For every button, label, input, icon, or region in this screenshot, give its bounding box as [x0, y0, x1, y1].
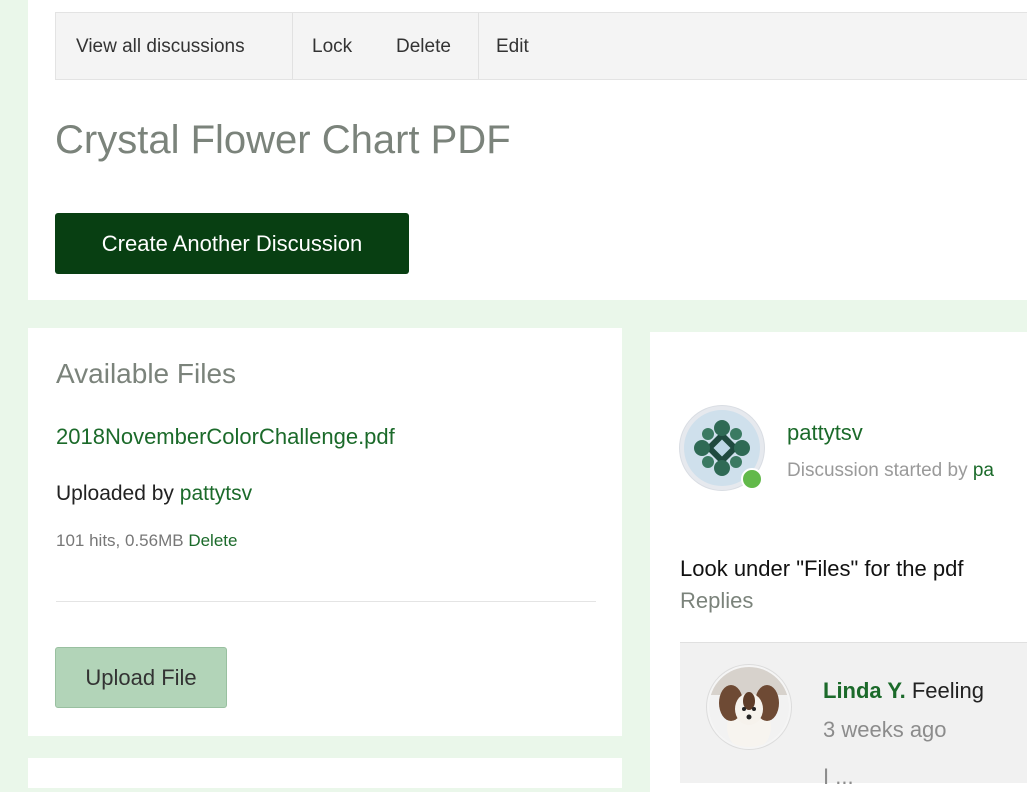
reply-text: Feeling [911, 678, 985, 703]
view-all-discussions-link[interactable]: View all discussions [76, 13, 245, 79]
reply-header: Linda Y. Feeling [823, 678, 984, 704]
next-card [28, 758, 622, 788]
file-stats: 101 hits, 0.56MB [56, 531, 184, 550]
discussion-toolbar: View all discussions Lock Delete Edit [55, 12, 1027, 80]
reply-author-link[interactable]: Linda Y. [823, 678, 906, 703]
lock-link[interactable]: Lock [312, 13, 352, 79]
post-body: Look under "Files" for the pdf [680, 556, 964, 581]
reply-more-text: I ... [823, 764, 854, 789]
edit-link[interactable]: Edit [496, 13, 529, 79]
avatar[interactable] [707, 665, 791, 749]
create-discussion-button[interactable]: Create Another Discussion [55, 213, 409, 274]
upload-file-button[interactable]: Upload File [55, 647, 227, 708]
discussion-started-by: Discussion started by pa [787, 460, 994, 482]
uploaded-by-label: Uploaded by [56, 482, 174, 505]
file-link[interactable]: 2018NovemberColorChallenge.pdf [56, 424, 395, 450]
delete-file-link[interactable]: Delete [188, 531, 237, 550]
started-by-label: Discussion started by [787, 460, 968, 481]
toolbar-divider [292, 13, 293, 79]
uploader-link[interactable]: pattytsv [180, 482, 252, 505]
online-status-icon [741, 468, 763, 490]
replies-heading: Replies [680, 588, 754, 613]
file-meta: 101 hits, 0.56MB Delete [56, 531, 237, 551]
uploaded-by: Uploaded by pattytsv [56, 482, 252, 506]
started-by-user[interactable]: pa [973, 460, 994, 481]
dog-avatar-icon [709, 667, 789, 747]
delete-discussion-link[interactable]: Delete [396, 13, 451, 79]
divider [56, 601, 596, 602]
page-title: Crystal Flower Chart PDF [55, 118, 511, 162]
reply-timestamp: 3 weeks ago [823, 717, 947, 742]
available-files-heading: Available Files [56, 358, 237, 389]
toolbar-divider [478, 13, 479, 79]
post-author-link[interactable]: pattytsv [787, 420, 863, 446]
